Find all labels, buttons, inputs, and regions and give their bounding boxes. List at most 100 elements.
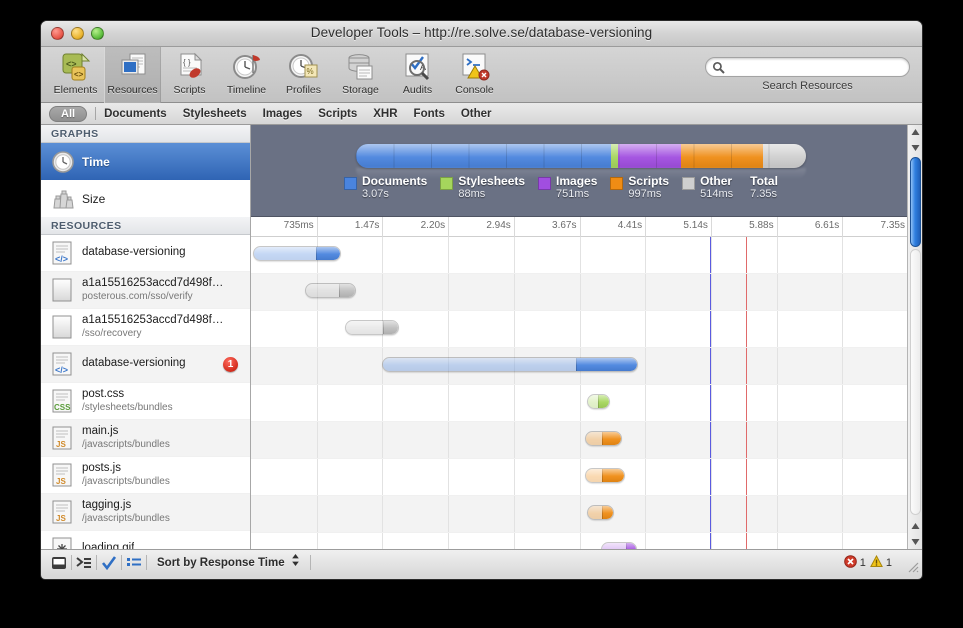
timeline-marker-load [746,311,748,347]
gridline [448,459,450,495]
gridline [513,533,515,549]
waterfall-row[interactable] [251,385,922,422]
resource-list-item[interactable]: loading.gif [41,531,250,549]
panel-button-audits[interactable]: A Audits [389,47,446,103]
sidebar-item-time[interactable]: Time [41,143,250,180]
resource-list-item[interactable]: </> database-versioning [41,235,250,272]
panel-button-console[interactable]: Console [446,47,503,103]
graphs-header: GRAPHS [41,125,250,143]
gridline [645,385,647,421]
gridline [448,533,450,549]
waterfall-bar[interactable] [304,283,356,298]
resource-list-item[interactable]: </> database-versioning 1 [41,346,250,383]
filter-all[interactable]: All [49,105,88,122]
sort-dropdown[interactable]: Sort by Response Time [147,550,310,576]
legend-label: Images [556,174,598,188]
waterfall-row[interactable] [251,311,922,348]
sidebar-item-size[interactable]: Size [41,180,250,217]
summary-segment-other [763,144,806,168]
filter-images[interactable]: Images [263,108,303,120]
warning-count-group[interactable]: 1 [869,554,892,571]
waterfall-row[interactable] [251,459,922,496]
scrollbar-thumb[interactable] [910,157,921,247]
filter-xhr[interactable]: XHR [373,108,397,120]
ruler-tick-label: 1.47s [354,220,380,231]
gridline [579,311,581,347]
html-doc-icon: </> [51,241,73,265]
gridline [382,496,384,532]
error-warning-counts[interactable]: 1 1 [843,554,892,571]
list-view-icon[interactable] [122,550,146,576]
filter-stylesheets[interactable]: Stylesheets [183,108,247,120]
devtools-window: Developer Tools – http://re.solve.se/dat… [40,20,923,580]
svg-text:%: % [306,67,313,76]
waterfall-bar[interactable] [585,431,622,446]
waterfall-bar[interactable] [344,320,400,335]
resource-path: /stylesheets/bundles [82,401,173,413]
panel-button-scripts[interactable]: { } Scripts [161,47,218,103]
resource-error-badge: 1 [223,357,238,372]
waterfall-row[interactable] [251,274,922,311]
waterfall-bar[interactable] [381,357,639,372]
resource-list-item[interactable]: JS posts.js/javascripts/bundles [41,457,250,494]
resource-list-item[interactable]: a1a15516253accd7d498f…/sso/recovery [41,309,250,346]
console-prompt-icon[interactable] [72,550,96,576]
filter-fonts[interactable]: Fonts [414,108,445,120]
waterfall-bar[interactable] [587,505,614,520]
error-check-icon[interactable] [97,550,121,576]
resource-list-item[interactable]: JS tagging.js/javascripts/bundles [41,494,250,531]
scrollbar-track[interactable] [910,249,921,515]
waterfall-bar[interactable] [252,246,342,261]
summary-graph: Documents 3.07s Stylesheets 88ms Images 751ms… [251,125,922,217]
gridline [382,237,384,273]
waterfall-row[interactable] [251,533,922,549]
gridline [316,459,318,495]
blank-doc-icon [51,278,73,302]
gridline [316,496,318,532]
error-count-group[interactable]: 1 [843,554,866,571]
panel-button-storage[interactable]: Storage [332,47,389,103]
legend-value: 514ms [700,188,734,201]
waterfall-row[interactable] [251,348,922,385]
search-box[interactable] [705,57,910,77]
timeline-marker-load [746,496,748,532]
resource-name: database-versioning [82,357,186,370]
panel-button-resources[interactable]: Resources [104,47,161,103]
legend-swatch [344,177,357,190]
scroll-up-arrow-bottom[interactable] [908,519,922,534]
filter-documents[interactable]: Documents [104,108,167,120]
resource-path: /javascripts/bundles [82,475,170,487]
resource-name: main.js [82,425,119,438]
resource-list-item[interactable]: a1a15516253accd7d498f… posterous.com/sso/… [41,272,250,309]
gridline [645,274,647,310]
waterfall-bar[interactable] [585,468,625,483]
filter-other[interactable]: Other [461,108,492,120]
gridline [579,237,581,273]
ruler-tick-label: 7.35s [880,220,905,231]
scroll-down-arrow-top[interactable] [908,140,922,155]
dock-panel-icon[interactable] [47,550,71,576]
resource-text: posts.js/javascripts/bundles [82,462,170,487]
summary-segment-stylesheets [610,144,619,168]
panel-button-profiles[interactable]: % Profiles [275,47,332,103]
panel-button-group: <> <> Elements Resources {} Scripts Tim… [47,47,503,103]
bar-latency-segment [588,395,598,408]
panel-button-elements[interactable]: <> <> Elements [47,47,104,103]
network-panel: Documents 3.07s Stylesheets 88ms Images 751ms… [251,125,922,549]
filter-scripts[interactable]: Scripts [318,108,357,120]
waterfall-row[interactable] [251,422,922,459]
resource-list-item[interactable]: JS main.js/javascripts/bundles [41,420,250,457]
search-input[interactable] [728,60,904,75]
waterfall-row[interactable] [251,237,922,274]
panel-button-timeline[interactable]: Timeline [218,47,275,103]
waterfall-bar[interactable] [587,394,611,409]
waterfall-row[interactable] [251,496,922,533]
resize-grip[interactable] [905,559,919,573]
legend-swatch [610,177,624,190]
ruler-tick: 6.61s [815,217,844,237]
scroll-down-arrow[interactable] [908,534,922,549]
resource-list-item[interactable]: CSS post.css/stylesheets/bundles [41,383,250,420]
scroll-up-arrow[interactable] [908,125,922,140]
vertical-scrollbar[interactable] [907,125,922,549]
waterfall-bar[interactable] [601,542,638,549]
